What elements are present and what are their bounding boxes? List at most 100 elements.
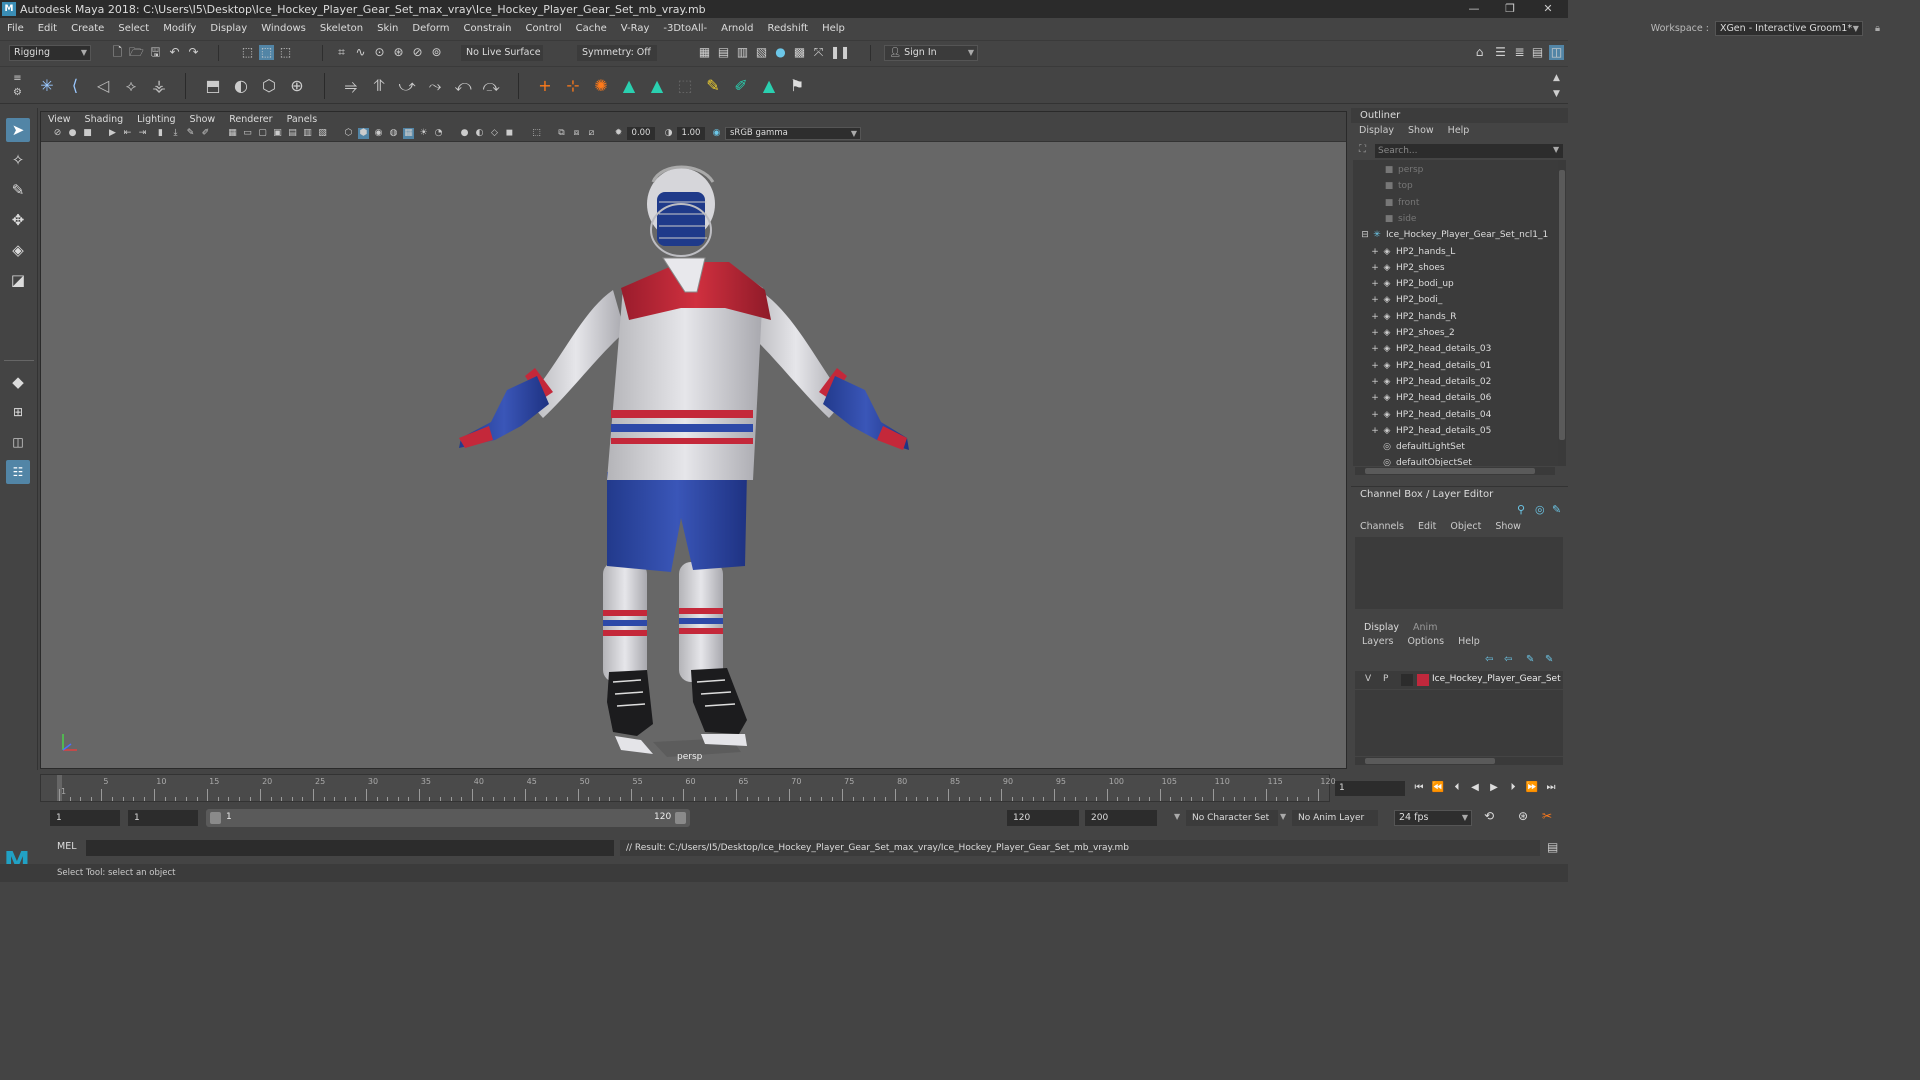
outliner-menu-help[interactable]: Help bbox=[1448, 125, 1484, 136]
rotate-tool-icon[interactable]: ◈ bbox=[6, 238, 30, 262]
two-view-icon[interactable]: ◫ bbox=[6, 430, 30, 454]
vray-render-icon[interactable]: ▩ bbox=[792, 45, 807, 60]
layer-editor-menu-layers[interactable]: Layers bbox=[1362, 636, 1407, 647]
bookmark-icon[interactable]: ■ bbox=[82, 128, 93, 139]
close-icon[interactable]: ✕ bbox=[1530, 0, 1566, 18]
play-forwards-icon[interactable]: ▶ bbox=[1486, 780, 1502, 796]
snap-view-icon[interactable]: ⊛ bbox=[391, 45, 406, 60]
hockey-player-model[interactable] bbox=[41, 142, 1346, 768]
menuset-dropdown[interactable]: Rigging ▼ bbox=[9, 45, 91, 61]
gate-mask-icon[interactable]: ▣ bbox=[272, 128, 283, 139]
play-backwards-icon[interactable]: ◀ bbox=[1467, 780, 1483, 796]
single-view-icon[interactable]: ◆ bbox=[6, 370, 30, 394]
mel-label[interactable]: MEL bbox=[57, 841, 77, 852]
anti-alias-icon[interactable]: ⧉ bbox=[556, 128, 567, 139]
xray-icon[interactable]: ● bbox=[459, 128, 470, 139]
menu-constrain[interactable]: Constrain bbox=[457, 23, 519, 34]
wire-deformer-icon[interactable]: ⊕ bbox=[286, 75, 308, 97]
depth-of-field-icon[interactable]: ⧈ bbox=[571, 128, 582, 139]
frame-icon[interactable]: ⇤ bbox=[122, 128, 133, 139]
backface-icon[interactable]: ◇ bbox=[489, 128, 500, 139]
auto-key-icon[interactable]: ⊛ bbox=[1518, 809, 1528, 823]
outliner-item[interactable]: + ◈ HP2_hands_L bbox=[1353, 244, 1558, 260]
render-settings-icon[interactable]: ▧ bbox=[754, 45, 769, 60]
orient-constraint-icon[interactable]: ▲ bbox=[618, 75, 640, 97]
render-view-icon[interactable]: ▦ bbox=[697, 45, 712, 60]
expand-icon[interactable]: + bbox=[1369, 374, 1381, 390]
hud-icon[interactable]: ⧄ bbox=[586, 128, 597, 139]
step-back-key-icon[interactable]: ⏪ bbox=[1430, 780, 1446, 796]
normal-constraint-icon[interactable]: ▲ bbox=[758, 75, 780, 97]
smooth-shade-icon[interactable]: ⬢ bbox=[358, 128, 369, 139]
expand-icon[interactable]: + bbox=[1369, 309, 1381, 325]
viewport-menu-shading[interactable]: Shading bbox=[78, 114, 131, 125]
loop-icon[interactable]: ⟲ bbox=[1484, 809, 1494, 823]
ik-handle-icon[interactable]: ⟨ bbox=[64, 75, 86, 97]
layer-visibility-toggle[interactable]: V bbox=[1365, 674, 1371, 684]
outliner-item[interactable]: + ◈ HP2_head_details_03 bbox=[1353, 341, 1558, 357]
expand-icon[interactable]: + bbox=[1369, 244, 1381, 260]
expand-icon[interactable]: + bbox=[1369, 341, 1381, 357]
animation-end-field[interactable]: 200 bbox=[1085, 810, 1157, 826]
attribute-icon[interactable]: ✎ bbox=[1552, 503, 1561, 516]
channel-box-menu-object[interactable]: Object bbox=[1450, 521, 1495, 532]
color-management-icon[interactable]: ◉ bbox=[711, 128, 722, 139]
symmetry-dropdown[interactable]: Symmetry: Off bbox=[577, 45, 657, 61]
menu-v-ray[interactable]: V-Ray bbox=[614, 23, 657, 34]
layer-horizontal-scrollbar[interactable] bbox=[1355, 757, 1563, 765]
fps-dropdown[interactable]: 24 fps ▼ bbox=[1394, 810, 1472, 826]
menu-windows[interactable]: Windows bbox=[254, 23, 313, 34]
layer-color-swatch[interactable] bbox=[1417, 674, 1429, 686]
viewport-persp[interactable]: View Shading Lighting Show Renderer Panels ⊘ … bbox=[40, 111, 1347, 769]
character-set-arrow-icon[interactable]: ▼ bbox=[1174, 812, 1180, 821]
menu-3dtoall[interactable]: -3DtoAll- bbox=[656, 23, 714, 34]
shelf-settings-icon[interactable]: ⚙ bbox=[10, 85, 25, 100]
playback-end-field[interactable]: 120 bbox=[1007, 810, 1079, 826]
render-frame-icon[interactable]: ▤ bbox=[716, 45, 731, 60]
animation-start-field[interactable]: 1 bbox=[50, 810, 120, 826]
outliner-item[interactable]: ◎ defaultObjectSet bbox=[1353, 455, 1558, 466]
go-to-start-icon[interactable]: ⏮ bbox=[1411, 780, 1427, 796]
viewport-menu-view[interactable]: View bbox=[41, 114, 78, 125]
select-component-icon[interactable]: ⬚ bbox=[278, 45, 293, 60]
sculpt-icon[interactable]: ⤼ bbox=[480, 75, 502, 97]
filter-icon[interactable]: ⛶ bbox=[1359, 144, 1366, 155]
bookmark-2-icon[interactable]: ▮ bbox=[155, 128, 166, 139]
tool-settings-icon[interactable]: ≣ bbox=[1512, 45, 1527, 60]
shadows-icon[interactable]: ☀ bbox=[418, 128, 429, 139]
snap-point-icon[interactable]: ⊙ bbox=[372, 45, 387, 60]
hypershade-icon[interactable]: ● bbox=[773, 45, 788, 60]
grid-icon[interactable]: ▦ bbox=[227, 128, 238, 139]
go-to-end-icon[interactable]: ⏭ bbox=[1543, 780, 1559, 796]
smooth-bind-icon[interactable]: ⤳ bbox=[424, 75, 446, 97]
outliner-item[interactable]: + ◈ HP2_head_details_05 bbox=[1353, 423, 1558, 439]
expand-icon[interactable]: + bbox=[1369, 423, 1381, 439]
lights-icon[interactable]: ◍ bbox=[388, 128, 399, 139]
layer-row[interactable]: V P Ice_Hockey_Player_Gear_Set bbox=[1355, 671, 1563, 689]
channel-box-area[interactable] bbox=[1355, 537, 1563, 609]
image-plane-icon[interactable]: ▶ bbox=[107, 128, 118, 139]
wireframe-on-shaded-icon[interactable]: ▦ bbox=[403, 128, 414, 139]
new-layer-selected-icon[interactable]: ✎ bbox=[1545, 654, 1553, 665]
ipr-render-icon[interactable]: ▥ bbox=[735, 45, 750, 60]
geometry-constraint-icon[interactable]: ✐ bbox=[730, 75, 752, 97]
playback-start-field[interactable]: 1 bbox=[128, 810, 198, 826]
pan-zoom-icon[interactable]: ⤓ bbox=[170, 128, 181, 139]
lattice-icon[interactable]: ⬒ bbox=[202, 75, 224, 97]
mirror-joint-icon[interactable]: ⚶ bbox=[148, 75, 170, 97]
minimize-icon[interactable]: — bbox=[1456, 0, 1492, 18]
expand-icon[interactable]: + bbox=[1369, 292, 1381, 308]
color-space-dropdown[interactable]: sRGB gamma ▼ bbox=[725, 127, 861, 140]
channel-box-menu-edit[interactable]: Edit bbox=[1418, 521, 1450, 532]
outliner-search-input[interactable]: Search... bbox=[1375, 144, 1563, 158]
tab-display[interactable]: Display bbox=[1357, 620, 1406, 635]
unbind-skin-icon[interactable]: ⥣ bbox=[368, 75, 390, 97]
outliner-item[interactable]: + ◈ HP2_hands_R bbox=[1353, 309, 1558, 325]
scale-tool-icon[interactable]: ◪ bbox=[6, 268, 30, 292]
aim-constraint-icon[interactable]: ✺ bbox=[590, 75, 612, 97]
wrap-deformer-icon[interactable]: ⬡ bbox=[258, 75, 280, 97]
viewport-menu-lighting[interactable]: Lighting bbox=[130, 114, 182, 125]
outliner-menu-display[interactable]: Display bbox=[1359, 125, 1408, 136]
step-forward-key-icon[interactable]: ⏩ bbox=[1524, 780, 1540, 796]
outliner-item[interactable]: ■ persp bbox=[1353, 162, 1558, 178]
